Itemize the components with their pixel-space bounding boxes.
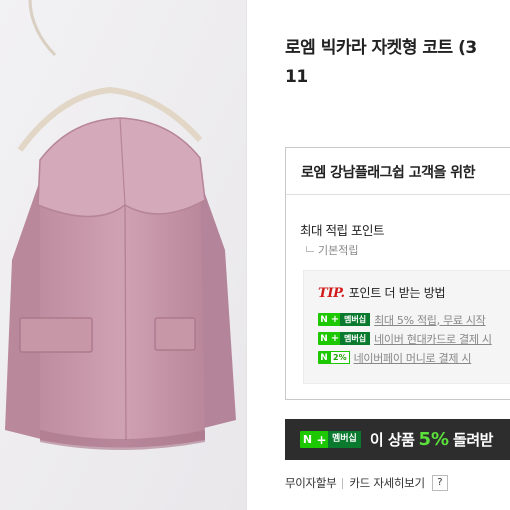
- tip-title: TIP. 포인트 더 받는 방법: [318, 284, 510, 301]
- tip-item-naverpay-money[interactable]: N 2% 네이버페이 머니로 결제 시: [318, 348, 510, 367]
- basic-points-text: 기본적립: [318, 244, 359, 257]
- promo-text-before: 이 상품: [369, 431, 415, 449]
- product-info-panel: 로엠 빅카라 자켓형 코트 (3 11 로엠 강남플래그쉽 고객을 위한 최대 …: [247, 0, 510, 510]
- membership-promo-banner[interactable]: N + 멤버십 이 상품 5% 돌려받: [285, 419, 510, 460]
- naver-n-icon: N: [320, 314, 328, 325]
- promo-text-after: 돌려받: [453, 431, 493, 449]
- badge-label: 멤버십: [328, 431, 361, 448]
- installment-row: 무이자할부 카드 자세히보기 ?: [285, 475, 448, 491]
- basic-points-label: 기본적립: [306, 242, 358, 258]
- naver-n-icon: N: [320, 333, 328, 344]
- tip-link[interactable]: 최대 5% 적립, 무료 시작: [374, 312, 486, 328]
- max-points-label: 최대 적립 포인트: [300, 223, 384, 238]
- tip-link[interactable]: 네이버페이 머니로 결제 시: [354, 350, 472, 366]
- naver-membership-badge: N + 멤버십: [318, 313, 371, 326]
- naverpay-percent-badge: N 2%: [318, 351, 350, 364]
- promo-percent: 5%: [418, 429, 450, 450]
- tip-title-text: 포인트 더 받는 방법: [348, 286, 446, 300]
- product-image[interactable]: [0, 0, 246, 510]
- tip-box: TIP. 포인트 더 받는 방법 N + 멤버십 최대 5% 적립, 무료 시작 N +…: [303, 270, 510, 384]
- tip-item-hyundai-card[interactable]: N + 멤버십 네이버 현대카드로 결제 시: [318, 329, 510, 348]
- naver-n-icon: N: [302, 433, 313, 446]
- card-details-link[interactable]: 카드 자세히보기: [349, 475, 425, 491]
- tip-link[interactable]: 네이버 현대카드로 결제 시: [374, 331, 492, 347]
- badge-label: 멤버십: [340, 332, 371, 345]
- tip-mark: TIP.: [318, 286, 345, 301]
- divider: [342, 477, 344, 489]
- naver-membership-badge: N + 멤버십: [318, 332, 371, 345]
- naver-membership-badge: N + 멤버십: [300, 431, 361, 448]
- badge-label: 멤버십: [340, 313, 371, 326]
- jacket-illustration: [0, 0, 246, 510]
- product-title-line1: 로엠 빅카라 자켓형 코트 (3: [285, 38, 477, 58]
- product-title-line2: 11: [285, 67, 308, 87]
- installment-label: 무이자할부: [285, 476, 337, 490]
- badge-percent: 2%: [330, 351, 350, 364]
- tip-item-membership[interactable]: N + 멤버십 최대 5% 적립, 무료 시작: [318, 310, 510, 329]
- help-icon[interactable]: ?: [431, 475, 448, 491]
- tree-branch-icon: [306, 246, 314, 252]
- plus-icon: +: [330, 314, 340, 325]
- plus-icon: +: [316, 432, 327, 447]
- benefit-header: 로엠 강남플래그쉽 고객을 위한: [286, 148, 510, 195]
- benefit-box: 로엠 강남플래그쉽 고객을 위한 최대 적립 포인트 기본적립 TIP. 포인트 …: [285, 147, 510, 400]
- naver-n-icon: N: [320, 352, 328, 363]
- product-title: 로엠 빅카라 자켓형 코트 (3 11: [285, 34, 510, 92]
- plus-icon: +: [330, 333, 340, 344]
